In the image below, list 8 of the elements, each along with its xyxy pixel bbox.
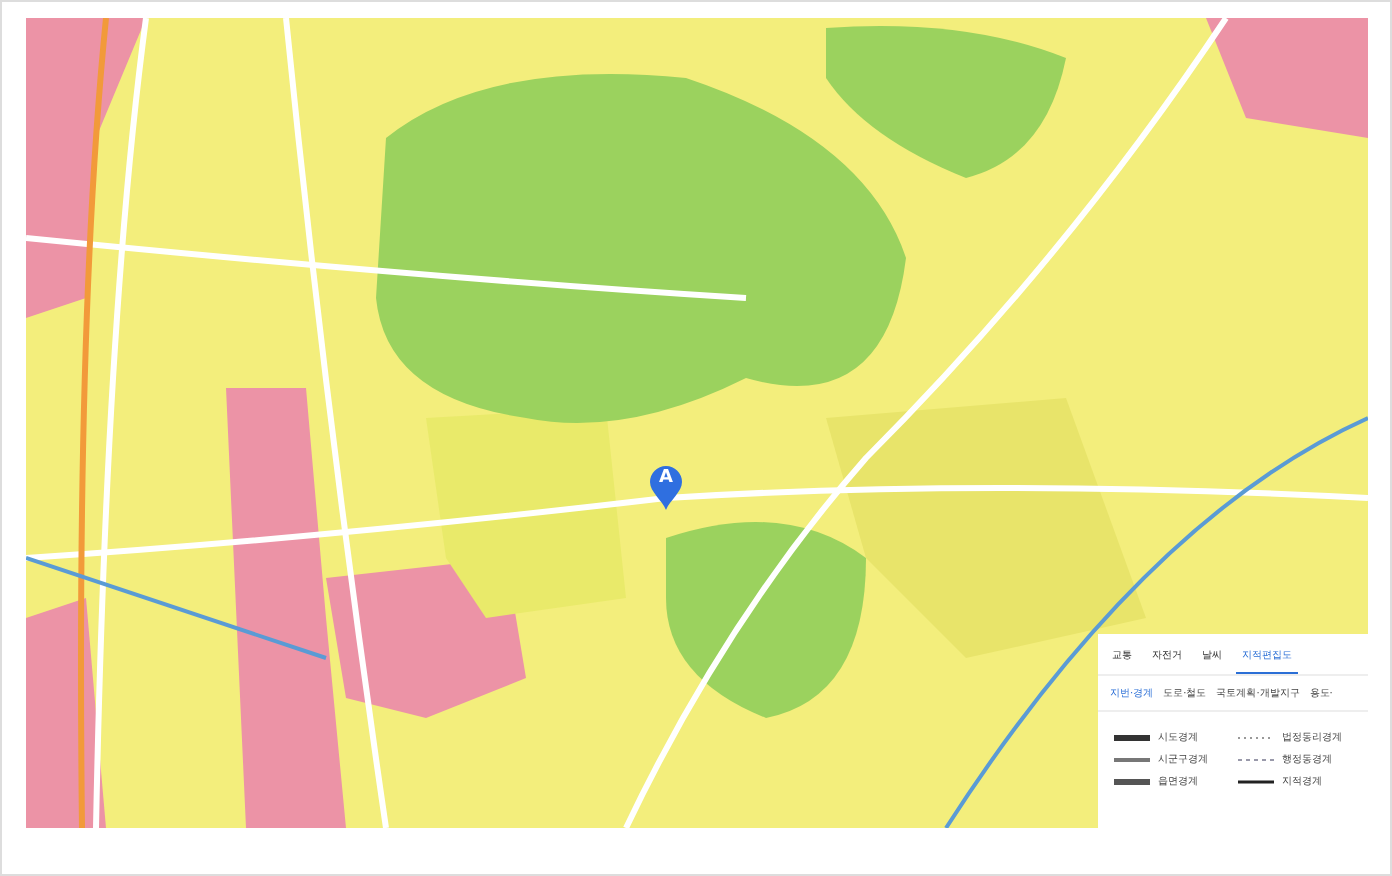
- map-pin-marker[interactable]: A: [650, 466, 682, 510]
- boundary-line-icon: [1114, 777, 1150, 785]
- boundary-line-icon: [1114, 733, 1150, 741]
- boundary-line-icon: [1114, 755, 1150, 763]
- boundary-line-icon: [1238, 755, 1274, 763]
- map-drawing[interactable]: [26, 18, 1368, 828]
- boundary-line-icon: [1238, 777, 1274, 785]
- boundary-line-icon: [1238, 733, 1274, 741]
